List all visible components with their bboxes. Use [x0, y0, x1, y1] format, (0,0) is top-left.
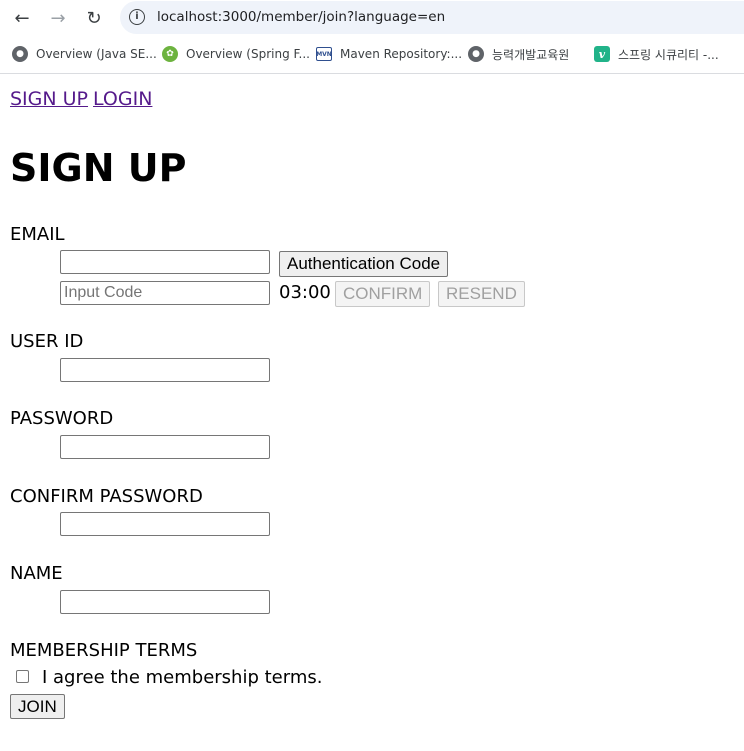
- reload-icon[interactable]: ↻: [82, 6, 106, 30]
- confirm-password-field[interactable]: [60, 512, 270, 536]
- agree-text: I agree the membership terms.: [42, 667, 323, 688]
- bookmark-spring-security[interactable]: v 스프링 시큐리티 -...: [594, 42, 719, 66]
- top-links: SIGN UP LOGIN: [10, 88, 157, 110]
- user-id-field[interactable]: [60, 358, 270, 382]
- maven-icon: MVN: [316, 47, 332, 61]
- bookmark-java-se[interactable]: ● Overview (Java SE...: [12, 42, 157, 66]
- spring-icon: ✿: [162, 46, 178, 62]
- confirm-password-label: CONFIRM PASSWORD: [10, 486, 203, 507]
- password-label: PASSWORD: [10, 408, 114, 429]
- agree-checkbox[interactable]: [16, 670, 29, 683]
- membership-terms-label: MEMBERSHIP TERMS: [10, 640, 198, 661]
- join-button[interactable]: JOIN: [10, 694, 65, 719]
- forward-icon[interactable]: →: [46, 6, 70, 30]
- bookmark-spring[interactable]: ✿ Overview (Spring F...: [162, 42, 310, 66]
- back-icon[interactable]: ←: [10, 6, 34, 30]
- v-icon: v: [594, 46, 610, 62]
- code-timer: 03:00: [279, 282, 331, 303]
- name-label: NAME: [10, 563, 63, 584]
- bookmark-label: 능력개발교육원: [492, 47, 570, 62]
- address-bar[interactable]: i localhost:3000/member/join?language=en: [120, 1, 744, 34]
- signup-link[interactable]: SIGN UP: [10, 88, 88, 110]
- bookmark-education[interactable]: ● 능력개발교육원: [468, 42, 569, 66]
- bookmark-label: Maven Repository:...: [340, 47, 463, 61]
- user-id-label: USER ID: [10, 331, 84, 352]
- password-field[interactable]: [60, 435, 270, 459]
- browser-chrome: ← → ↻ i localhost:3000/member/join?langu…: [0, 0, 744, 74]
- bookmark-label: Overview (Java SE...: [36, 47, 157, 61]
- authentication-code-button[interactable]: Authentication Code: [279, 251, 449, 277]
- url-text: localhost:3000/member/join?language=en: [157, 9, 446, 25]
- resend-button[interactable]: RESEND: [438, 281, 525, 307]
- bookmark-label: Overview (Spring F...: [186, 47, 310, 61]
- bookmark-maven[interactable]: MVN Maven Repository:...: [316, 42, 462, 66]
- login-link[interactable]: LOGIN: [93, 88, 152, 110]
- name-field[interactable]: [60, 590, 270, 614]
- confirm-button[interactable]: CONFIRM: [335, 281, 431, 307]
- globe-icon: ●: [468, 46, 484, 62]
- bookmark-label: 스프링 시큐리티 -...: [618, 47, 719, 62]
- email-label: EMAIL: [10, 224, 65, 245]
- page-title: SIGN UP: [10, 146, 187, 190]
- email-field[interactable]: [60, 250, 270, 274]
- bookmarks-bar: ● Overview (Java SE... ✿ Overview (Sprin…: [0, 42, 744, 66]
- globe-icon: ●: [12, 46, 28, 62]
- info-icon[interactable]: i: [129, 9, 145, 25]
- code-input[interactable]: [60, 281, 270, 305]
